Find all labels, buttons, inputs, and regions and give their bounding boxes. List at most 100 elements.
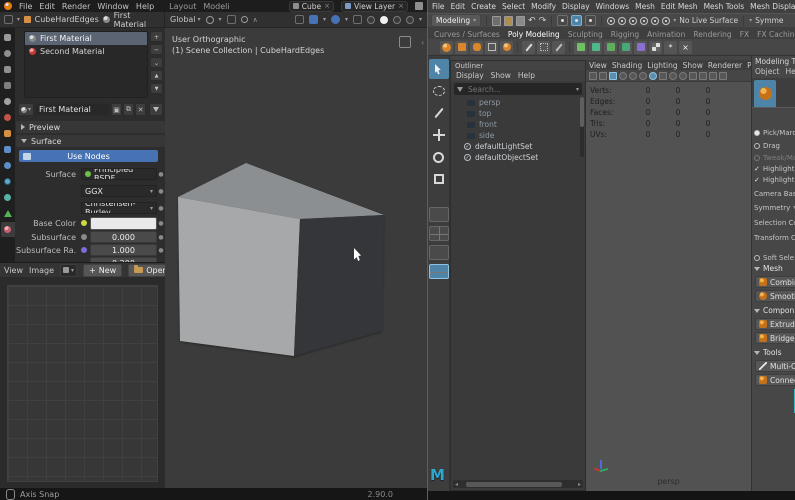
rotate-tool[interactable] <box>429 147 449 167</box>
tab-scene[interactable] <box>1 94 15 109</box>
select-hierarchy-icon[interactable] <box>557 15 569 26</box>
layout-current-button[interactable] <box>428 264 449 279</box>
shelf-tab-fx[interactable]: FX <box>740 30 749 39</box>
poly-sphere-icon[interactable] <box>440 40 453 54</box>
menu-mesh-tools[interactable]: Mesh Tools <box>704 2 745 11</box>
pivot-point-icon[interactable] <box>205 15 214 24</box>
snowflake-icon[interactable]: * <box>664 40 677 54</box>
option-pick-marquee[interactable]: Pick/Marqu <box>754 127 795 138</box>
scene-unlink-icon[interactable]: × <box>324 2 330 10</box>
undo-icon[interactable]: ↶ <box>528 16 536 26</box>
menu-help[interactable]: Help <box>785 67 795 76</box>
menu-file[interactable]: File <box>432 2 445 11</box>
overlays-toggle-icon[interactable] <box>330 15 340 24</box>
new-scene-icon[interactable] <box>492 15 502 26</box>
editor-type-icon[interactable] <box>4 15 13 24</box>
section-mesh[interactable]: Mesh <box>754 263 795 274</box>
menu-window[interactable]: Window <box>97 2 129 11</box>
outliner-item-default-light-set[interactable]: ✓ defaultLightSet <box>451 141 585 152</box>
multi-cut-button[interactable]: Multi-Cut <box>755 360 795 372</box>
animate-dot-icon[interactable]: ● <box>157 220 165 227</box>
cube-object[interactable] <box>178 163 384 358</box>
menu-edit[interactable]: Edit <box>451 2 466 11</box>
outliner-item-side[interactable]: side <box>451 130 585 141</box>
animate-dot-icon[interactable]: ● <box>157 205 165 212</box>
shelf-tab-animation[interactable]: Animation <box>647 30 685 39</box>
move-slot-down-button[interactable]: ▼ <box>150 83 163 94</box>
smooth-mesh-icon[interactable] <box>574 40 587 54</box>
menu-shading[interactable]: Shading <box>612 61 642 70</box>
extrude-button[interactable]: Extrude <box>755 318 795 330</box>
menu-image[interactable]: Image <box>29 266 54 275</box>
image-plane-icon[interactable] <box>609 71 617 80</box>
snap-point-icon[interactable] <box>629 16 638 25</box>
filter-dropdown[interactable] <box>149 103 163 116</box>
snap-curve-icon[interactable] <box>618 16 627 25</box>
option-transform-constraint[interactable]: Transform Con <box>754 232 795 243</box>
sidebar-collapse-icon[interactable]: ‹ <box>421 39 424 47</box>
move-slot-up-button[interactable]: ▲ <box>150 70 163 81</box>
new-view-layer-icon[interactable] <box>415 2 423 10</box>
poly-cube-icon[interactable] <box>455 40 468 54</box>
live-surface-label[interactable]: No Live Surface <box>679 16 738 25</box>
delete-history-icon[interactable]: × <box>679 40 692 54</box>
layout-single-pane-button[interactable] <box>428 207 449 222</box>
base-color-swatch[interactable] <box>90 216 157 230</box>
poly-cylinder-icon[interactable] <box>470 40 483 54</box>
breadcrumb-object[interactable]: CubeHardEdges <box>35 15 99 24</box>
tab-tool[interactable] <box>1 30 15 45</box>
tab-modifiers[interactable] <box>1 142 15 157</box>
wireframe-on-shaded-icon[interactable] <box>639 71 647 80</box>
radius-slider-x[interactable]: 1.000 <box>90 244 157 256</box>
tab-object[interactable] <box>1 126 15 141</box>
select-component-icon[interactable] <box>585 15 597 26</box>
motion-blur-icon[interactable] <box>679 71 687 80</box>
distribution-dropdown[interactable]: GGX ▾ <box>81 185 157 197</box>
snap-grid-icon[interactable] <box>607 16 616 25</box>
make-live-icon[interactable] <box>662 16 671 25</box>
browse-material-button[interactable]: ▾ <box>18 103 34 116</box>
bookmark-icon[interactable] <box>599 71 607 80</box>
layout-four-pane-button[interactable] <box>428 226 449 241</box>
view-layer-selector[interactable]: View Layer × <box>341 0 408 12</box>
poly-torus-icon[interactable] <box>500 40 513 54</box>
option-symmetry[interactable]: Symmetry▾ <box>754 202 795 213</box>
shading-material-icon[interactable] <box>392 15 401 24</box>
menu-lighting[interactable]: Lighting <box>647 61 677 70</box>
tab-view-layer[interactable] <box>1 78 15 93</box>
material-slot-row[interactable]: Second Material <box>25 45 147 58</box>
subsurface-slider[interactable]: 0.000 <box>90 231 157 243</box>
menu-display[interactable]: Display <box>456 71 484 80</box>
section-components[interactable]: Compon <box>754 305 795 316</box>
fake-user-button[interactable]: ▣ <box>111 103 122 116</box>
menu-select[interactable]: Select <box>502 2 525 11</box>
animate-dot-icon[interactable]: ● <box>157 188 165 195</box>
outliner-item-front[interactable]: front <box>451 119 585 130</box>
use-nodes-button[interactable]: Use Nodes <box>19 150 158 162</box>
shelf-tab-rendering[interactable]: Rendering <box>693 30 731 39</box>
maya-viewport[interactable]: View Shading Lighting Show Renderer Pane… <box>586 60 751 491</box>
tab-world[interactable] <box>1 110 15 125</box>
snap-projected-center-icon[interactable] <box>640 16 649 25</box>
menu-object[interactable]: Object <box>755 67 779 76</box>
remove-slot-button[interactable]: − <box>150 44 163 55</box>
screen-space-ao-icon[interactable] <box>669 71 677 80</box>
layout-two-pane-button[interactable] <box>428 245 449 260</box>
gate-mask-icon[interactable] <box>719 71 727 80</box>
option-drag[interactable]: Drag <box>754 140 795 151</box>
tab-object-data[interactable] <box>1 206 15 221</box>
shelf-tab-fx-caching[interactable]: FX Caching <box>757 30 795 39</box>
bridge-button[interactable]: Bridge <box>755 332 795 344</box>
option-highlight-2[interactable]: ✓ Highlight <box>754 174 795 185</box>
slot-specials-button[interactable]: ⌄ <box>150 57 163 68</box>
transform-orientation-dropdown[interactable]: Global ▾ <box>170 15 201 24</box>
sss-method-dropdown[interactable]: Christensen-Burley ▾ <box>81 202 157 214</box>
quad-draw-icon[interactable] <box>552 40 565 54</box>
menu-view[interactable]: View <box>4 266 23 275</box>
subdiv-mesh-icon[interactable] <box>589 40 602 54</box>
outliner-search[interactable]: ▾ <box>454 83 582 95</box>
snap-magnet-icon[interactable] <box>226 15 236 24</box>
outliner-vertical-scrollbar[interactable] <box>580 97 584 157</box>
menu-help[interactable]: Help <box>518 71 535 80</box>
move-tool[interactable] <box>429 125 449 145</box>
